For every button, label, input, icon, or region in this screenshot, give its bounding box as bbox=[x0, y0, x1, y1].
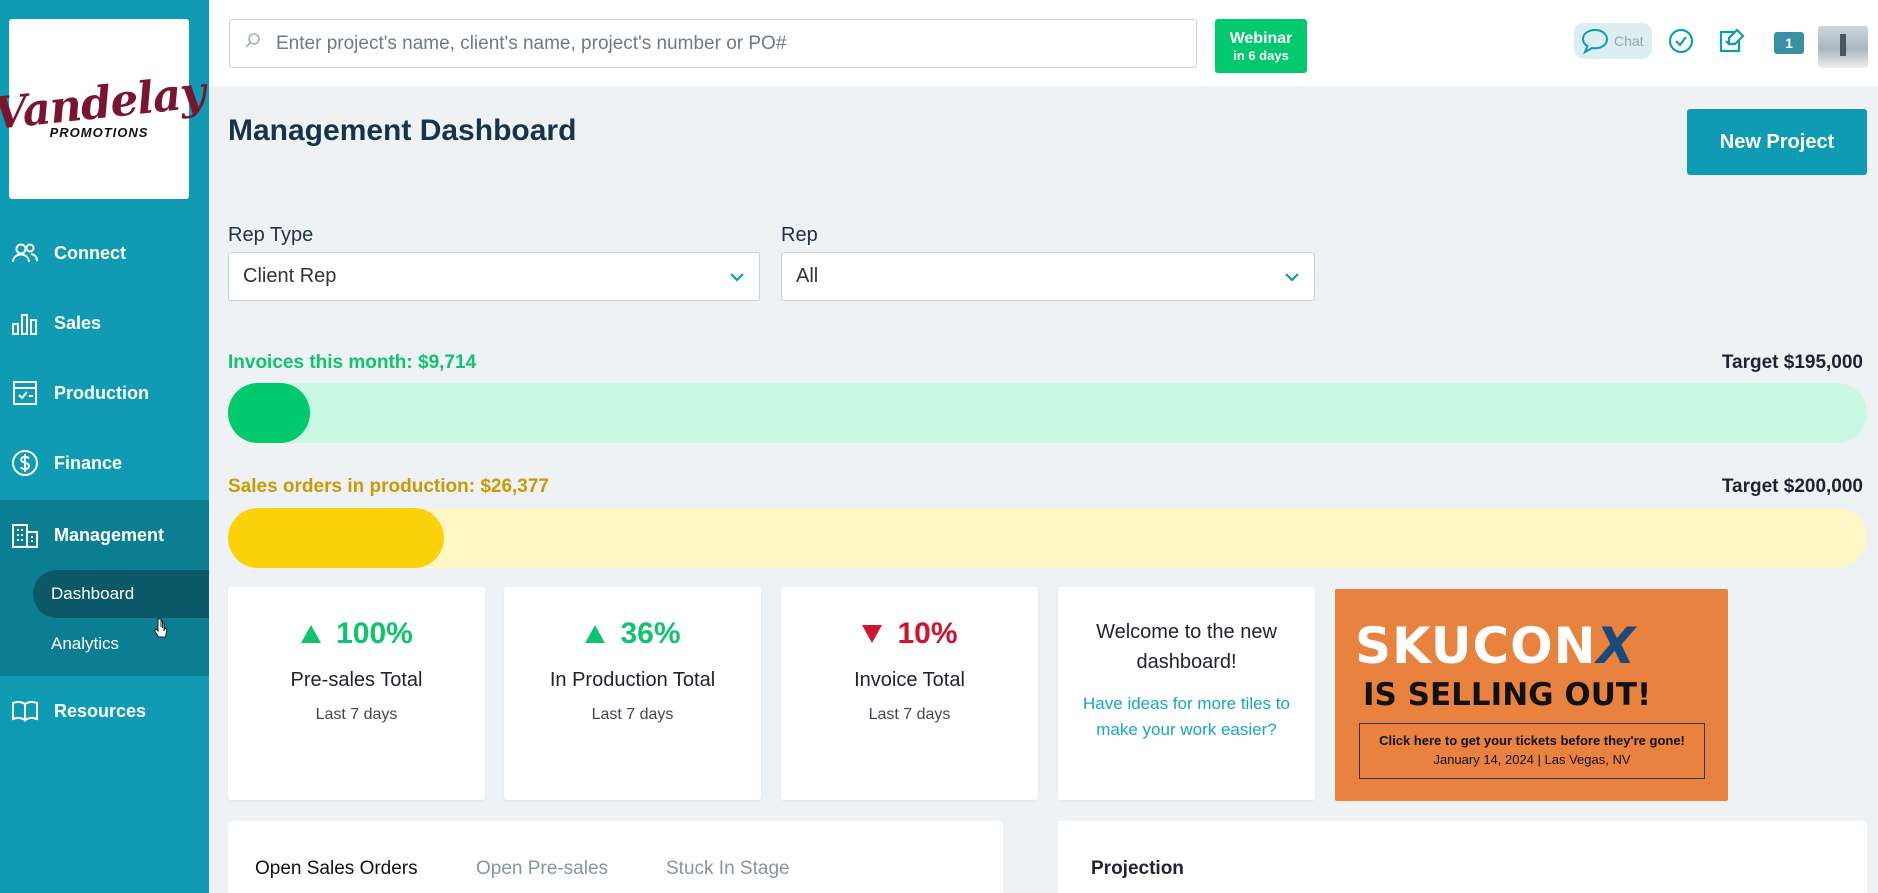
book-icon bbox=[10, 696, 40, 726]
chat-bubble-icon bbox=[1581, 28, 1609, 55]
tab-stuck-in-stage[interactable]: Stuck In Stage bbox=[666, 858, 790, 880]
arrow-up-icon bbox=[585, 625, 606, 643]
feedback-link[interactable]: Have ideas for more tiles to make your w… bbox=[1076, 691, 1297, 743]
sales-orders-progress-fill bbox=[228, 508, 445, 568]
projection-title: Projection bbox=[1091, 858, 1184, 879]
stat-tile-invoice[interactable]: 10% Invoice Total Last 7 days bbox=[781, 587, 1038, 800]
invoices-progress-bar bbox=[228, 383, 1867, 443]
search-icon bbox=[244, 32, 266, 55]
tab-open-sales-orders[interactable]: Open Sales Orders bbox=[255, 858, 418, 880]
checklist-icon bbox=[10, 378, 40, 408]
sales-orders-target-label: Target $200,000 bbox=[1721, 476, 1863, 497]
skucon-promo-banner[interactable]: SKUCONX IS SELLING OUT! Click here to ge… bbox=[1335, 589, 1728, 801]
bar-chart-icon bbox=[10, 308, 40, 338]
rep-value: All bbox=[796, 265, 819, 287]
sales-orders-progress-label: Sales orders in production: $26,377 bbox=[228, 476, 549, 497]
stat-tile-production[interactable]: 36% In Production Total Last 7 days bbox=[504, 587, 761, 800]
promo-cta: Click here to get your tickets before th… bbox=[1379, 733, 1685, 748]
search-input[interactable] bbox=[276, 32, 1176, 55]
stat-name: Pre-sales Total bbox=[290, 669, 423, 691]
invoices-target-label: Target $195,000 bbox=[1721, 352, 1863, 373]
stat-period: Last 7 days bbox=[591, 706, 674, 723]
dollar-icon bbox=[10, 448, 40, 478]
new-project-button[interactable]: New Project bbox=[1687, 109, 1867, 175]
projection-panel bbox=[1058, 821, 1867, 893]
stat-period: Last 7 days bbox=[868, 706, 951, 723]
rep-select[interactable]: All bbox=[781, 252, 1315, 301]
building-icon bbox=[10, 520, 40, 550]
rep-label: Rep bbox=[781, 224, 818, 246]
welcome-tile: Welcome to the new dashboard! Have ideas… bbox=[1058, 587, 1315, 800]
sidebar-item-label: Management bbox=[54, 524, 165, 545]
sidebar-item-production[interactable]: Production bbox=[0, 358, 209, 428]
people-icon bbox=[10, 238, 40, 268]
stat-percent: 10% bbox=[897, 617, 958, 650]
sidebar-item-resources[interactable]: Resources bbox=[0, 676, 209, 746]
tab-open-presales[interactable]: Open Pre-sales bbox=[476, 858, 608, 880]
notification-badge[interactable]: 1 bbox=[1774, 32, 1804, 54]
stat-percent: 36% bbox=[620, 617, 681, 650]
rep-type-value: Client Rep bbox=[243, 265, 337, 287]
sidebar-item-connect[interactable]: Connect bbox=[0, 218, 209, 288]
promo-subhead: IS SELLING OUT! bbox=[1363, 677, 1652, 713]
sidebar-item-management[interactable]: Management bbox=[0, 500, 209, 570]
chevron-down-icon bbox=[730, 272, 744, 282]
sales-orders-progress-bar bbox=[228, 508, 1867, 568]
management-submenu: Dashboard Analytics bbox=[0, 570, 209, 676]
stat-name: In Production Total bbox=[549, 669, 716, 691]
sidebar-subitem-analytics[interactable]: Analytics bbox=[33, 620, 209, 668]
sidebar-item-label: Production bbox=[54, 382, 149, 403]
sidebar-item-label: Resources bbox=[54, 700, 147, 721]
rep-type-label: Rep Type bbox=[228, 224, 314, 246]
stat-percent: 100% bbox=[336, 617, 413, 650]
stat-tile-presales[interactable]: 100% Pre-sales Total Last 7 days bbox=[228, 587, 485, 800]
stat-name: Invoice Total bbox=[854, 669, 965, 691]
clock-check-icon[interactable] bbox=[1666, 26, 1696, 56]
sidebar-item-finance[interactable]: Finance bbox=[0, 428, 209, 498]
stat-period: Last 7 days bbox=[315, 706, 398, 723]
webinar-countdown: in 6 days bbox=[1233, 47, 1289, 63]
chat-label: Chat bbox=[1614, 33, 1644, 49]
rep-type-select[interactable]: Client Rep bbox=[228, 252, 760, 301]
invoices-progress-label: Invoices this month: $9,714 bbox=[228, 352, 477, 373]
promo-headline: SKUCONX bbox=[1355, 617, 1636, 675]
promo-headline-x: X bbox=[1596, 617, 1637, 675]
sidebar-subitem-dashboard[interactable]: Dashboard bbox=[33, 570, 209, 618]
sidebar-item-label: Sales bbox=[54, 312, 102, 333]
user-avatar[interactable] bbox=[1818, 26, 1868, 68]
chat-button[interactable]: Chat bbox=[1574, 23, 1652, 59]
arrow-down-icon bbox=[862, 625, 883, 643]
sidebar-item-label: Connect bbox=[54, 242, 126, 263]
welcome-title: Welcome to the new dashboard! bbox=[1096, 621, 1277, 673]
arrow-up-icon bbox=[301, 625, 322, 643]
chevron-down-icon bbox=[1285, 272, 1299, 282]
promo-headline-text: SKUCON bbox=[1355, 617, 1597, 675]
top-bar: Webinar in 6 days Chat 1 bbox=[209, 0, 1878, 86]
invoices-progress-fill bbox=[228, 383, 310, 443]
search-box[interactable] bbox=[229, 19, 1197, 68]
promo-event-details: January 14, 2024 | Las Vegas, NV bbox=[1433, 752, 1631, 767]
mouse-cursor-icon bbox=[154, 618, 168, 638]
task-edit-icon[interactable] bbox=[1717, 26, 1747, 56]
company-logo[interactable]: Vandelay PROMOTIONS bbox=[0, 19, 207, 199]
webinar-badge[interactable]: Webinar in 6 days bbox=[1215, 19, 1307, 73]
orders-panel bbox=[228, 821, 1003, 893]
page-title: Management Dashboard bbox=[228, 114, 577, 147]
sidebar: Vandelay PROMOTIONS Connect Sales Produc… bbox=[0, 0, 209, 893]
sidebar-item-label: Finance bbox=[54, 452, 123, 473]
webinar-title: Webinar bbox=[1229, 29, 1293, 47]
promo-cta-box[interactable]: Click here to get your tickets before th… bbox=[1359, 723, 1705, 779]
sidebar-item-sales[interactable]: Sales bbox=[0, 288, 209, 358]
